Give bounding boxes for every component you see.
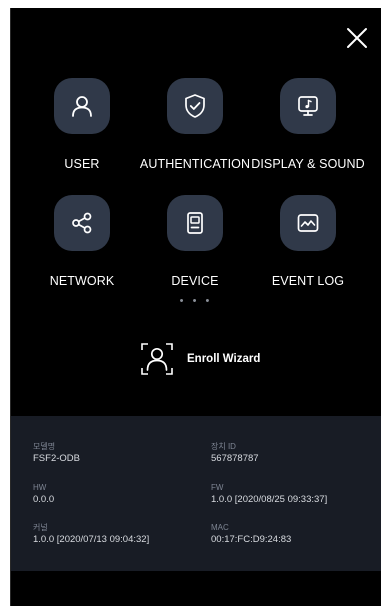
menu-label-device: DEVICE (171, 274, 219, 288)
enroll-wizard-label: Enroll Wizard (187, 353, 261, 365)
info-fw: FW 1.0.0 [2020/08/25 09:33:37] (211, 483, 381, 506)
info-model: 모델명 FSF2-ODB (33, 442, 203, 465)
menu-tile-network[interactable] (54, 195, 110, 251)
menu-item-event-log[interactable]: EVENT LOG (248, 195, 368, 288)
info-kernel-value: 1.0.0 [2020/07/13 09:04:32] (33, 534, 150, 545)
face-scan-icon (141, 343, 173, 375)
info-device-id-value: 567878787 (211, 453, 259, 464)
device-icon (187, 212, 203, 234)
info-mac: MAC 00:17:FC:D9:24:83 (211, 523, 381, 546)
info-model-key: 모델명 (33, 442, 56, 451)
shield-check-icon (185, 94, 205, 118)
enroll-wizard-button[interactable]: Enroll Wizard (139, 341, 260, 377)
menu-label-authentication: AUTHENTICATION (139, 157, 251, 171)
menu-item-user[interactable]: USER (22, 78, 142, 171)
info-hw-key: HW (33, 483, 47, 492)
device-info-panel: 모델명 FSF2-ODB 장치 ID 567878787 HW 0.0.0 FW… (11, 416, 381, 571)
event-log-icon (297, 214, 319, 232)
more-indicator: • • • (179, 295, 213, 307)
menu-tile-authentication[interactable] (167, 78, 223, 134)
menu-tile-device[interactable] (167, 195, 223, 251)
close-button[interactable] (345, 26, 369, 50)
user-icon (72, 96, 92, 117)
menu-tile-display-sound[interactable] (280, 78, 336, 134)
menu-item-network[interactable]: NETWORK (22, 195, 142, 288)
menu-label-event-log: EVENT LOG (271, 274, 345, 288)
info-kernel: 커널 1.0.0 [2020/07/13 09:04:32] (33, 523, 203, 546)
device-screen: USER AUTHENTICATION DISPLAY & SOUND NETW… (10, 8, 381, 606)
menu-item-device[interactable]: DEVICE (135, 195, 255, 288)
menu-tile-user[interactable] (54, 78, 110, 134)
menu-label-user: USER (64, 157, 100, 171)
info-mac-key: MAC (211, 523, 229, 532)
info-hw-value: 0.0.0 (33, 494, 55, 505)
menu-item-authentication[interactable]: AUTHENTICATION (135, 78, 255, 171)
display-sound-icon (298, 96, 318, 116)
menu-tile-event-log[interactable] (280, 195, 336, 251)
info-device-id: 장치 ID 567878787 (211, 442, 381, 465)
menu-label-network: NETWORK (49, 274, 115, 288)
info-kernel-key: 커널 (33, 523, 48, 532)
info-hw: HW 0.0.0 (33, 483, 203, 506)
info-device-id-key: 장치 ID (211, 442, 236, 451)
info-model-value: FSF2-ODB (33, 453, 80, 464)
share-icon (72, 212, 92, 234)
menu-label-display-sound: DISPLAY & SOUND (251, 157, 365, 171)
close-icon (347, 28, 367, 48)
info-fw-key: FW (211, 483, 224, 492)
info-fw-value: 1.0.0 [2020/08/25 09:33:37] (211, 494, 328, 505)
info-mac-value: 00:17:FC:D9:24:83 (211, 534, 292, 545)
menu-item-display-sound[interactable]: DISPLAY & SOUND (248, 78, 368, 171)
